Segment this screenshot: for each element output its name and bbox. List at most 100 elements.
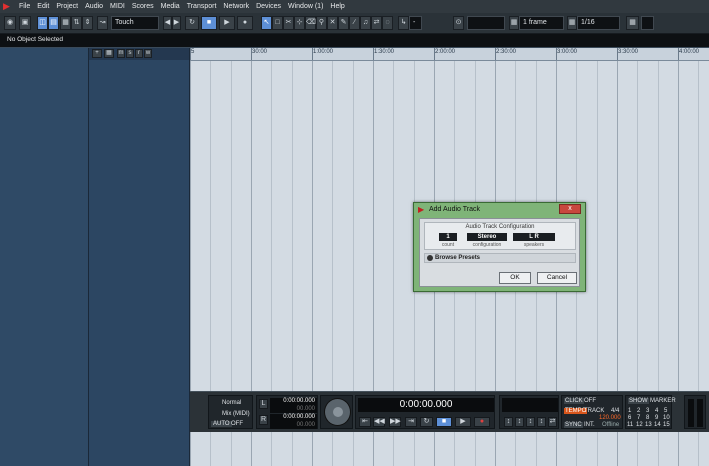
quantize-grid-icon[interactable]: ▦ xyxy=(509,16,519,30)
cycle-icon[interactable]: ↻ xyxy=(420,417,433,427)
marker-1[interactable]: 1 xyxy=(628,408,631,414)
time-signature[interactable]: 4/4 xyxy=(611,408,619,414)
quantize-snap-icon[interactable]: ▦ xyxy=(567,16,577,30)
marker-4[interactable]: 4 xyxy=(655,408,658,414)
menu-window[interactable]: Window (1) xyxy=(285,0,327,13)
constrain-delay-icon[interactable]: ▣ xyxy=(19,16,31,30)
sync-label[interactable]: SYNC xyxy=(564,422,583,428)
object-selection-tool-icon[interactable]: ↖ xyxy=(261,16,272,30)
quantize-value-select[interactable]: 1/16 xyxy=(577,16,620,30)
marker-8[interactable]: 8 xyxy=(646,415,649,421)
marker-6[interactable]: 6 xyxy=(628,415,631,421)
tempo-value[interactable]: 120.000 xyxy=(599,415,621,421)
color-palette-icon[interactable]: ▦ xyxy=(626,16,639,30)
configuration-select[interactable]: Stereo xyxy=(467,233,507,241)
show-markers-label[interactable]: SHOW xyxy=(628,398,649,404)
cancel-button[interactable]: Cancel xyxy=(537,272,577,284)
record-mode-mix[interactable]: Mix (MIDI) xyxy=(222,411,250,417)
track-filter-icon[interactable]: ▦ xyxy=(104,49,114,58)
autoscroll-icon[interactable]: ↳ xyxy=(398,16,409,30)
punch-in-icon[interactable]: ↕ xyxy=(504,417,513,427)
color-tool-icon[interactable]: ◌ xyxy=(382,16,393,30)
marker-11[interactable]: 11 xyxy=(627,422,633,428)
menu-scores[interactable]: Scores xyxy=(129,0,158,13)
track-mute-all-icon[interactable]: m xyxy=(117,49,125,58)
dialog-titlebar[interactable]: ▶ Add Audio Track x xyxy=(414,203,585,217)
marker-13[interactable]: 13 xyxy=(645,422,652,428)
show-pool-icon[interactable]: ⇅ xyxy=(71,16,82,30)
punch-out-icon[interactable]: ↕ xyxy=(515,417,524,427)
glue-tool-icon[interactable]: ⊹ xyxy=(294,16,305,30)
automation-mode-icon[interactable]: ↝ xyxy=(97,16,108,30)
speakers-select[interactable]: L R xyxy=(513,233,555,241)
automation-mode-select[interactable]: Touch xyxy=(111,16,159,30)
draw-tool-icon[interactable]: ✎ xyxy=(338,16,349,30)
right-locator-icon[interactable]: R xyxy=(259,415,268,425)
add-track-icon[interactable]: + xyxy=(92,49,102,58)
auto-quantize-state[interactable]: OFF xyxy=(231,421,243,427)
menu-file[interactable]: File xyxy=(16,0,34,13)
stop-icon[interactable]: ■ xyxy=(201,16,217,30)
pre-roll-icon[interactable]: ↕ xyxy=(526,417,535,427)
track-solo-all-icon[interactable]: s xyxy=(126,49,134,58)
jog-knob[interactable] xyxy=(333,407,343,417)
browse-presets-toggle[interactable]: Browse Presets xyxy=(424,253,576,263)
marker-14[interactable]: 14 xyxy=(654,422,661,428)
menu-devices[interactable]: Devices xyxy=(253,0,285,13)
marker-5[interactable]: 5 xyxy=(664,408,667,414)
menu-audio[interactable]: Audio xyxy=(82,0,107,13)
record-icon[interactable]: ● xyxy=(474,417,490,427)
grid-type-select[interactable] xyxy=(467,16,505,30)
post-roll-icon[interactable]: ↕ xyxy=(537,417,546,427)
quantize-preset-select[interactable]: 1 frame xyxy=(519,16,564,30)
play-icon[interactable]: ▶ xyxy=(455,417,471,427)
snap-to-grid-icon[interactable]: ⊙ xyxy=(453,16,464,30)
range-selection-tool-icon[interactable]: □ xyxy=(272,16,283,30)
menu-midi[interactable]: MIDI xyxy=(107,0,129,13)
menu-network[interactable]: Network xyxy=(220,0,253,13)
record-icon[interactable]: ● xyxy=(237,16,253,30)
sync-lock-icon[interactable]: ⇄ xyxy=(548,417,557,427)
show-inspector-icon[interactable]: ◫ xyxy=(37,16,48,30)
menu-transport[interactable]: Transport xyxy=(184,0,221,13)
erase-tool-icon[interactable]: ⌫ xyxy=(305,16,316,30)
split-tool-icon[interactable]: ✂ xyxy=(283,16,294,30)
track-read-icon[interactable]: r xyxy=(135,49,143,58)
marker-12[interactable]: 12 xyxy=(636,422,643,428)
click-label[interactable]: CLICK xyxy=(564,398,584,404)
go-to-start-icon[interactable]: ⇤ xyxy=(359,417,371,427)
stop-icon[interactable]: ■ xyxy=(436,417,452,427)
show-mixer-icon[interactable]: ⇕ xyxy=(82,16,93,30)
go-to-end-icon[interactable]: ▶ xyxy=(172,16,181,30)
marker-7[interactable]: 7 xyxy=(637,415,640,421)
close-button[interactable]: x xyxy=(559,204,581,214)
activate-project-icon[interactable]: ◉ xyxy=(4,16,16,30)
marker-15[interactable]: 15 xyxy=(663,422,670,428)
jog-wheel[interactable] xyxy=(324,398,351,426)
comp-tool-icon[interactable]: ⇄ xyxy=(371,16,382,30)
menu-media[interactable]: Media xyxy=(158,0,184,13)
show-infoline-icon[interactable]: ▤ xyxy=(48,16,59,30)
marker-2[interactable]: 2 xyxy=(637,408,640,414)
play-tool-icon[interactable]: ♫ xyxy=(360,16,371,30)
marker-3[interactable]: 3 xyxy=(646,408,649,414)
timeline-ruler[interactable]: 5 30:00 1:00:00 1:30:00 2:00:00 2:30:00 … xyxy=(190,48,709,61)
color-select[interactable] xyxy=(641,16,654,30)
marker-9[interactable]: 9 xyxy=(655,415,658,421)
show-overview-icon[interactable]: ▦ xyxy=(60,16,71,30)
zoom-tool-icon[interactable]: ⚲ xyxy=(316,16,327,30)
cycle-icon[interactable]: ↻ xyxy=(185,16,199,30)
fast-forward-icon[interactable]: ▶▶ xyxy=(389,417,401,427)
marker-10[interactable]: 10 xyxy=(663,415,670,421)
ok-button[interactable]: OK xyxy=(499,272,531,284)
rewind-icon[interactable]: ◀◀ xyxy=(373,417,385,427)
play-icon[interactable]: ▶ xyxy=(219,16,235,30)
snap-type-select[interactable]: - xyxy=(409,16,422,30)
line-tool-icon[interactable]: ∕ xyxy=(349,16,360,30)
go-to-start-icon[interactable]: ◀ xyxy=(163,16,172,30)
right-locator-time[interactable]: 0:00:00.000 xyxy=(270,414,317,422)
left-locator-time[interactable]: 0:00:00.000 xyxy=(270,398,317,406)
track-write-icon[interactable]: w xyxy=(144,49,152,58)
left-locator-icon[interactable]: L xyxy=(259,399,268,409)
track-list[interactable] xyxy=(89,48,190,466)
